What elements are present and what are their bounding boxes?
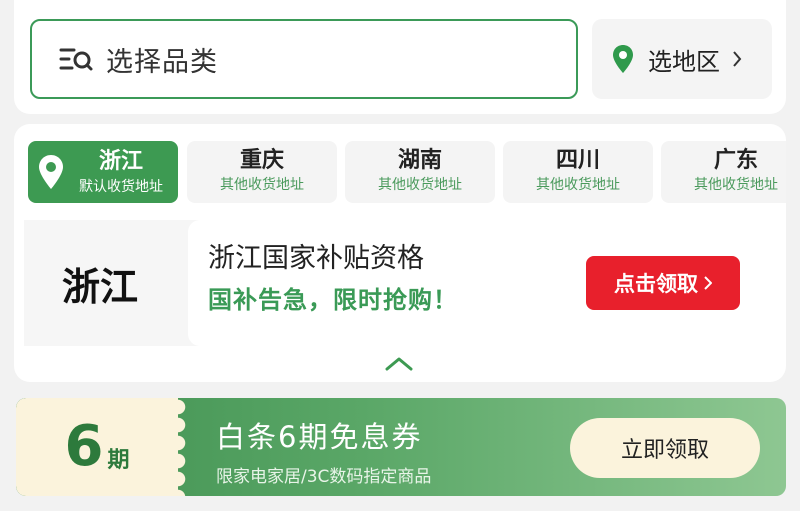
- tab-name: 广东: [713, 148, 758, 173]
- province-name: 浙江: [61, 264, 138, 309]
- tab-zhejiang[interactable]: 浙江 默认收货地址: [28, 141, 178, 203]
- province-tabs: 浙江 默认收货地址 重庆 其他收货地址 湖南 其他收货地址 四川 其他收货地址 …: [28, 141, 786, 203]
- tab-chongqing[interactable]: 重庆 其他收货地址: [187, 141, 337, 203]
- coupon-title: 白条6期免息券: [216, 420, 423, 454]
- tab-subtitle: 其他收货地址: [694, 177, 778, 193]
- interest-free-coupon: 6 期 白条6期免息券 限家电家居/3C数码指定商品 立即领取: [16, 398, 786, 496]
- urgent-notice: 国补告急，限时抢购！: [208, 286, 458, 314]
- chevron-up-icon[interactable]: [384, 356, 414, 372]
- search-card: 选择品类 选地区: [14, 0, 786, 114]
- claim-label: 点击领取: [614, 272, 698, 296]
- chevron-right-icon: [733, 51, 742, 67]
- tab-subtitle: 其他收货地址: [220, 177, 304, 193]
- category-search-input[interactable]: 选择品类: [30, 19, 578, 99]
- coupon-description: 限家电家居/3C数码指定商品: [216, 467, 432, 487]
- tab-name: 湖南: [397, 148, 442, 173]
- coupon-period: 6 期: [16, 398, 187, 496]
- province-subsidy-panel: 浙江 浙江国家补贴资格 国补告急，限时抢购！ 点击领取: [24, 220, 786, 346]
- period-number: 6: [64, 414, 104, 479]
- tab-subtitle: 其他收货地址: [536, 177, 620, 193]
- eligibility-title: 浙江国家补贴资格: [208, 243, 424, 274]
- tab-name: 四川: [555, 148, 600, 173]
- tab-guangdong[interactable]: 广东 其他收货地址: [661, 141, 786, 203]
- tab-name: 重庆: [239, 148, 284, 173]
- tab-name: 浙江: [98, 149, 143, 174]
- location-pin-icon: [613, 45, 633, 73]
- province-card: 浙江 默认收货地址 重庆 其他收货地址 湖南 其他收货地址 四川 其他收货地址 …: [14, 124, 786, 382]
- chevron-right-icon: [704, 276, 712, 290]
- search-placeholder: 选择品类: [106, 46, 218, 78]
- select-region-button[interactable]: 选地区: [592, 19, 772, 99]
- region-label: 选地区: [648, 47, 720, 76]
- tab-sichuan[interactable]: 四川 其他收货地址: [503, 141, 653, 203]
- location-pin-icon: [39, 155, 63, 189]
- claim-subsidy-button[interactable]: 点击领取: [586, 256, 740, 310]
- period-unit: 期: [107, 448, 130, 473]
- tab-subtitle: 默认收货地址: [79, 179, 163, 195]
- subsidy-info: 浙江国家补贴资格 国补告急，限时抢购！ 点击领取: [188, 220, 786, 346]
- claim-coupon-button[interactable]: 立即领取: [570, 418, 760, 478]
- list-search-icon: [59, 48, 93, 71]
- tab-subtitle: 其他收货地址: [378, 177, 462, 193]
- tab-hunan[interactable]: 湖南 其他收货地址: [345, 141, 495, 203]
